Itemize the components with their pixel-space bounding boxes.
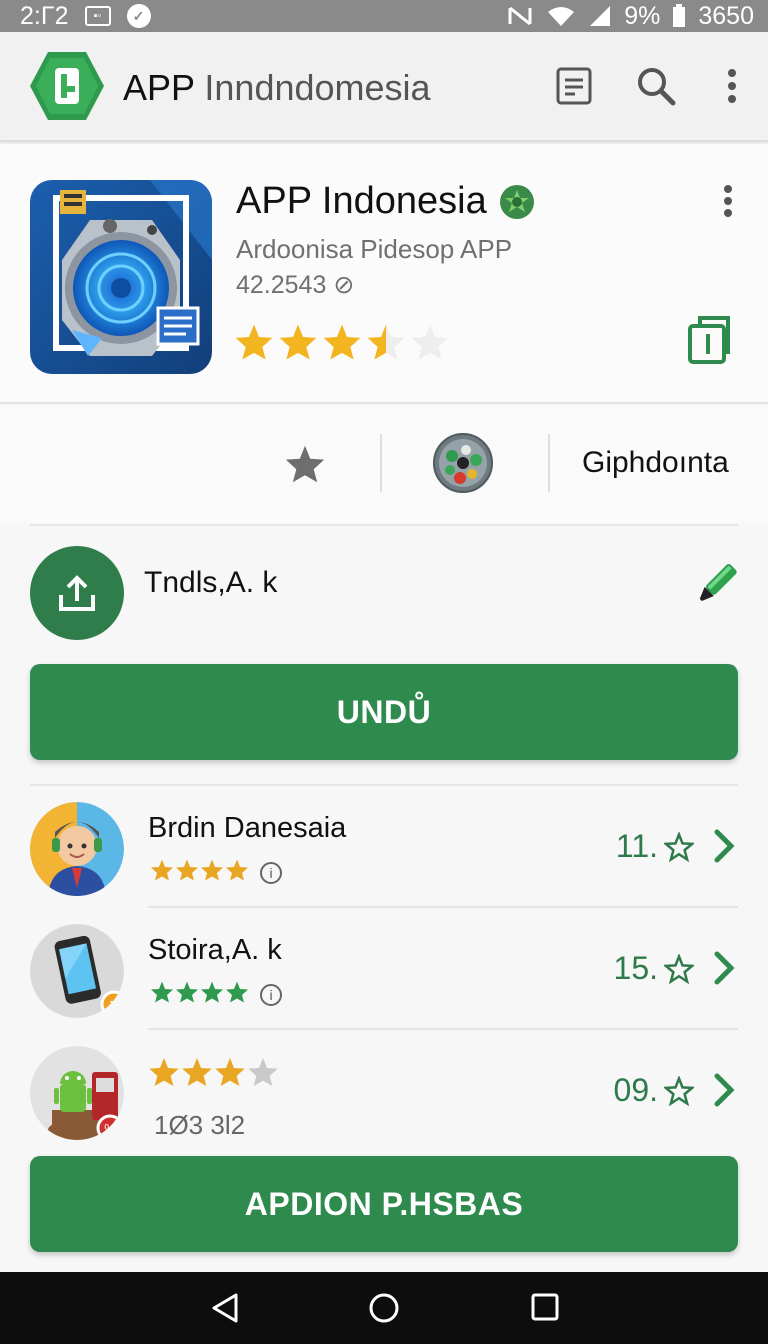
battery-percent: 9% [624, 1, 661, 30]
signal-icon [590, 6, 611, 26]
edit-marker-icon[interactable] [690, 558, 742, 615]
star-icon[interactable] [284, 444, 326, 489]
rating-stars [148, 1056, 280, 1093]
avatar: % [30, 1046, 124, 1140]
recents-icon[interactable] [530, 1292, 560, 1327]
status-time: 2:Γ2 [20, 1, 69, 30]
list-item-score: 15. [614, 950, 694, 987]
verified-badge-icon [499, 184, 534, 219]
rating-star-icon [201, 859, 223, 881]
content-rating-icon[interactable] [432, 432, 494, 499]
app-bar-title-light: Inndndomesia [204, 67, 431, 108]
app-logo-icon [30, 52, 104, 120]
chevron-right-icon[interactable] [712, 828, 736, 869]
rating-star-icon [248, 1058, 278, 1086]
star-outline-icon [664, 1075, 694, 1106]
rating-star-icon [279, 324, 317, 360]
divider [380, 434, 382, 492]
upload-icon[interactable] [30, 546, 124, 640]
info-icon[interactable]: i [260, 983, 282, 1006]
list-item-count: 1Ø3 3l2 [154, 1110, 246, 1140]
app-name: APP Indonesia [236, 180, 535, 223]
score-value: 15. [613, 950, 658, 986]
upload-row[interactable]: Tndls,A. k [0, 528, 768, 658]
navigation-bar [0, 1272, 768, 1344]
app-bar-title: APP Inndndomesia [123, 67, 431, 109]
rating-stars [150, 980, 250, 1009]
search-icon[interactable] [634, 64, 678, 108]
app-bar: APP Inndndomesia [0, 32, 768, 142]
rating-star-icon [151, 859, 173, 881]
status-number: 3650 [698, 1, 754, 30]
download-button[interactable]: UNDŮ [30, 664, 738, 760]
nfc-icon [508, 6, 532, 26]
star-outline-icon [664, 831, 694, 862]
rating-star-icon [215, 1058, 245, 1086]
wifi-icon [548, 7, 575, 26]
info-row: Giphdoınta [0, 406, 768, 524]
list-item-rating: i [150, 858, 282, 887]
notification-icon: ✓ [126, 4, 151, 28]
chevron-right-icon[interactable] [712, 950, 736, 991]
avatar [30, 924, 124, 1018]
rating-star-icon [323, 324, 361, 360]
list-item-name: Brdin Danesaia [148, 812, 347, 844]
document-icon[interactable] [552, 64, 596, 108]
app-developer[interactable]: Ardoonisa Pidesop APP [236, 234, 512, 265]
upload-label: Tndls,A. k [144, 566, 278, 599]
list-item-score: 09. [614, 1072, 694, 1109]
list-item[interactable]: Brdin Danesaia i 11. [0, 786, 768, 906]
avatar [30, 802, 124, 896]
rating-star-icon [176, 859, 198, 881]
score-value: 11. [615, 828, 658, 864]
home-icon[interactable] [368, 1292, 400, 1329]
rating-star-icon [176, 981, 198, 1003]
rating-star-icon [151, 981, 173, 1003]
rating-star-icon [149, 1058, 179, 1086]
install-button[interactable]: APDION P.HSBAS [30, 1156, 738, 1252]
rating-star-icon [226, 859, 248, 881]
list-item-rating: i [150, 980, 282, 1009]
list-item-score: 11. [616, 828, 694, 865]
battery-icon [673, 4, 686, 27]
status-bar: 2:Γ2 ▪◦ ✓ 9% 3650 [0, 0, 768, 32]
star-outline-icon [664, 953, 694, 984]
score-value: 09. [613, 1072, 658, 1108]
rating-star-icon [235, 324, 273, 360]
list-item-rating [148, 1056, 280, 1093]
list-item[interactable]: Stoira,A. k i 15. [0, 908, 768, 1028]
rating-stars [150, 858, 250, 887]
app-bar-title-bold: APP [123, 67, 195, 108]
app-rating-stars [234, 322, 450, 362]
rating-star-icon [182, 1058, 212, 1086]
divider [30, 524, 738, 526]
back-icon[interactable] [210, 1292, 240, 1329]
svg-text:%: % [104, 1121, 116, 1136]
list-item-name: Stoira,A. k [148, 934, 282, 966]
info-icon[interactable]: i [260, 861, 282, 884]
share-icon[interactable] [684, 314, 734, 371]
app-more-icon[interactable] [722, 184, 734, 223]
info-label[interactable]: Giphdoınta [582, 446, 729, 480]
app-version: 42.2543 ⊘ [236, 271, 355, 299]
chevron-right-icon[interactable] [712, 1072, 736, 1113]
app-name-text: APP Indonesia [236, 180, 487, 222]
divider [548, 434, 550, 492]
rating-star-icon [367, 324, 405, 360]
rating-star-icon [226, 981, 248, 1003]
app-icon[interactable] [30, 180, 212, 374]
vpn-icon: ▪◦ [84, 6, 111, 26]
list-item[interactable]: % 1Ø3 3l2 09. [0, 1030, 768, 1150]
rating-star-icon [201, 981, 223, 1003]
more-vert-icon[interactable] [710, 64, 754, 108]
rating-star-icon [411, 324, 449, 360]
app-header-card: APP Indonesia Ardoonisa Pidesop APP 42.2… [0, 144, 768, 404]
